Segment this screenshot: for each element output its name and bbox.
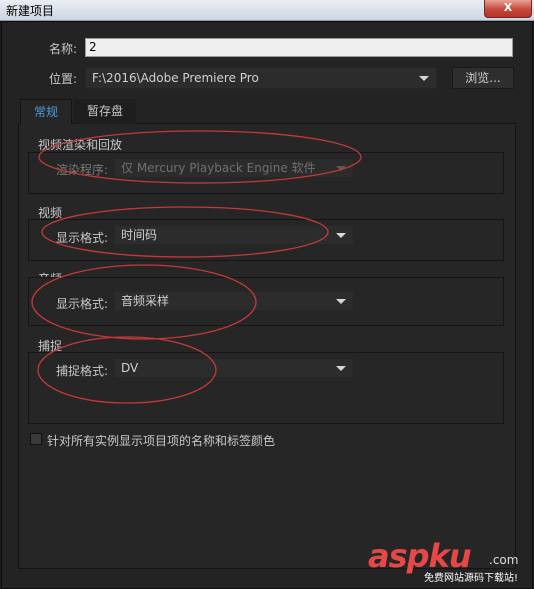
annotation-ellipse [31,264,257,340]
annotation-ellipse [41,206,329,258]
watermark-suffix: .com [489,553,519,567]
annotation-ellipses [31,130,362,404]
annotation-ellipse [37,336,217,404]
annotation-ellipse [38,130,362,184]
watermark-logo: aspku .com 免费网站源码下载站! [368,538,530,584]
watermark-subtitle: 免费网站源码下载站! [424,573,519,584]
